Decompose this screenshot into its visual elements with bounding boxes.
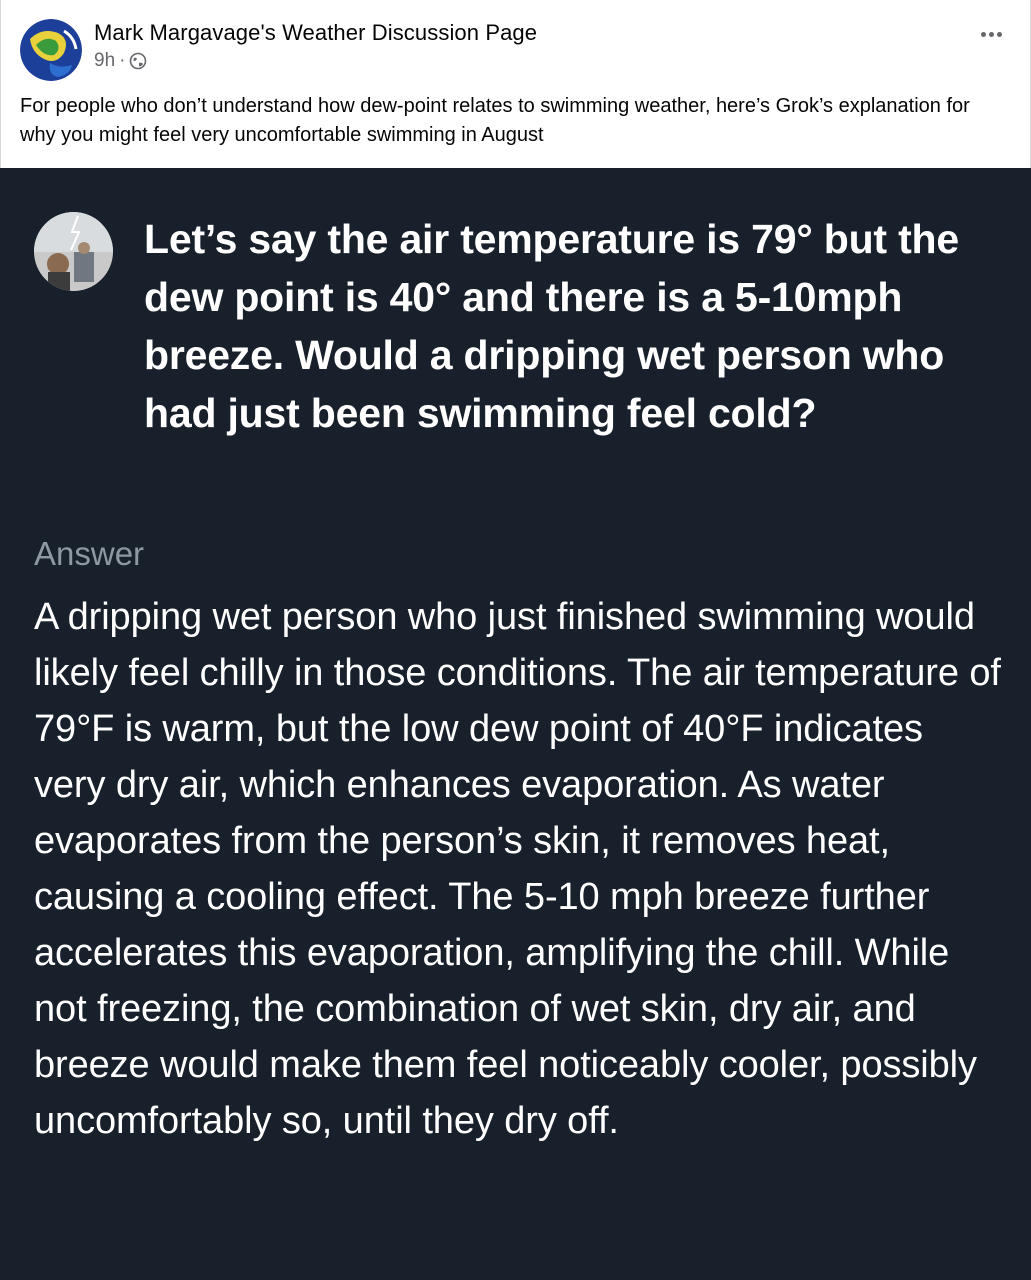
post-time[interactable]: 9h bbox=[94, 50, 115, 72]
user-avatar bbox=[34, 212, 113, 291]
page-avatar[interactable] bbox=[20, 19, 82, 81]
answer-text: A dripping wet person who just finished … bbox=[34, 596, 1001, 1142]
meta-separator: · bbox=[119, 50, 126, 71]
more-options-icon[interactable] bbox=[981, 32, 1002, 37]
post-header: Mark Margavage's Weather Discussion Page… bbox=[0, 0, 1031, 168]
post-caption: For people who don’t understand how dew-… bbox=[20, 95, 970, 146]
question-text: Let’s say the air temperature is 79° but… bbox=[144, 216, 959, 436]
page-name[interactable]: Mark Margavage's Weather Discussion Page bbox=[94, 20, 537, 46]
answer-label: Answer bbox=[34, 535, 145, 572]
shared-image[interactable]: Let’s say the air temperature is 79° but… bbox=[0, 168, 1031, 1280]
globe-icon[interactable] bbox=[129, 52, 147, 70]
post-meta: 9h · bbox=[94, 50, 147, 72]
